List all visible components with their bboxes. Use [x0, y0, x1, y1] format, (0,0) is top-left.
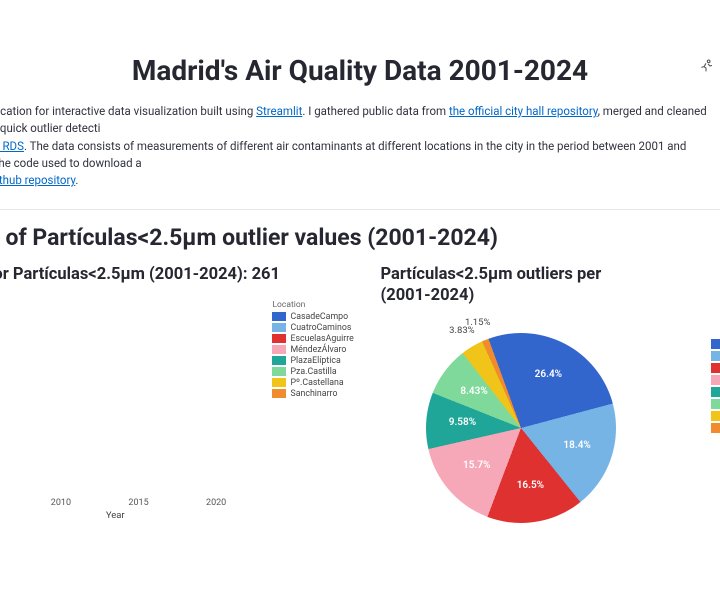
intro-paragraph: eb application for interactive data visu… [0, 103, 710, 189]
legend-item[interactable]: MéndezÁlvaro [272, 345, 358, 355]
legend-item[interactable]: EscuelasAguirre [272, 334, 358, 344]
toolbar [698, 58, 714, 78]
x-tick: 2020 [206, 498, 226, 508]
pie-slice-label: 15.7% [463, 460, 490, 471]
link-streamlit[interactable]: Streamlit [256, 104, 302, 118]
pie-legend [711, 339, 720, 435]
pie-slice-label: 9.58% [449, 417, 476, 428]
legend-item[interactable]: PlazaElíptica [272, 356, 358, 366]
x-axis-label: Year [0, 510, 270, 521]
page-title: Madrid's Air Quality Data 2001-2024 [0, 54, 720, 87]
legend-swatch[interactable] [711, 411, 720, 421]
link-aws-rds[interactable]: AWS RDS [0, 139, 24, 153]
divider [0, 209, 720, 210]
legend-item[interactable]: CasadeCampo [272, 312, 358, 322]
legend-swatch[interactable] [711, 387, 720, 397]
legend-swatch[interactable] [711, 339, 720, 349]
pie-slice-label: 1.15% [465, 317, 490, 328]
pie-chart[interactable]: 26.4%18.4%16.5%15.7%9.58%8.43%3.83%1.15% [380, 319, 720, 539]
legend-swatch[interactable] [711, 399, 720, 409]
legend-item[interactable]: CuatroCaminos [272, 323, 358, 333]
link-github[interactable]: the Github repository [0, 173, 75, 187]
legend-swatch[interactable] [711, 363, 720, 373]
running-icon [698, 59, 714, 78]
section-title: tion of Partículas<2.5µm outlier values … [0, 224, 720, 251]
legend-swatch[interactable] [711, 423, 720, 433]
legend-swatch[interactable] [711, 375, 720, 385]
bar-legend: Location CasadeCampoCuatroCaminosEscuela… [272, 300, 358, 400]
pie-chart-title: Partículas<2.5µm outliers per (2001-2024… [380, 265, 720, 306]
pie-slice-label: 18.4% [563, 440, 590, 451]
x-tick: 2015 [128, 498, 148, 508]
legend-swatch[interactable] [711, 351, 720, 361]
legend-item[interactable]: Pº.Castellana [272, 378, 358, 388]
pie-slice-label: 8.43% [460, 386, 487, 397]
x-tick: 2010 [51, 498, 71, 508]
bar-chart[interactable]: 2005201020152020 Year Location CasadeCam… [0, 298, 350, 518]
pie-slice-label: 26.4% [535, 369, 562, 380]
link-city-hall[interactable]: the official city hall repository [449, 104, 598, 118]
legend-item[interactable]: Pza.Castilla [272, 367, 358, 377]
bar-chart-title: ers for Partículas<2.5µm (2001-2024): 26… [0, 265, 350, 286]
legend-item[interactable]: Sanchinarro [272, 389, 358, 399]
pie-slice-label: 16.5% [517, 480, 544, 491]
